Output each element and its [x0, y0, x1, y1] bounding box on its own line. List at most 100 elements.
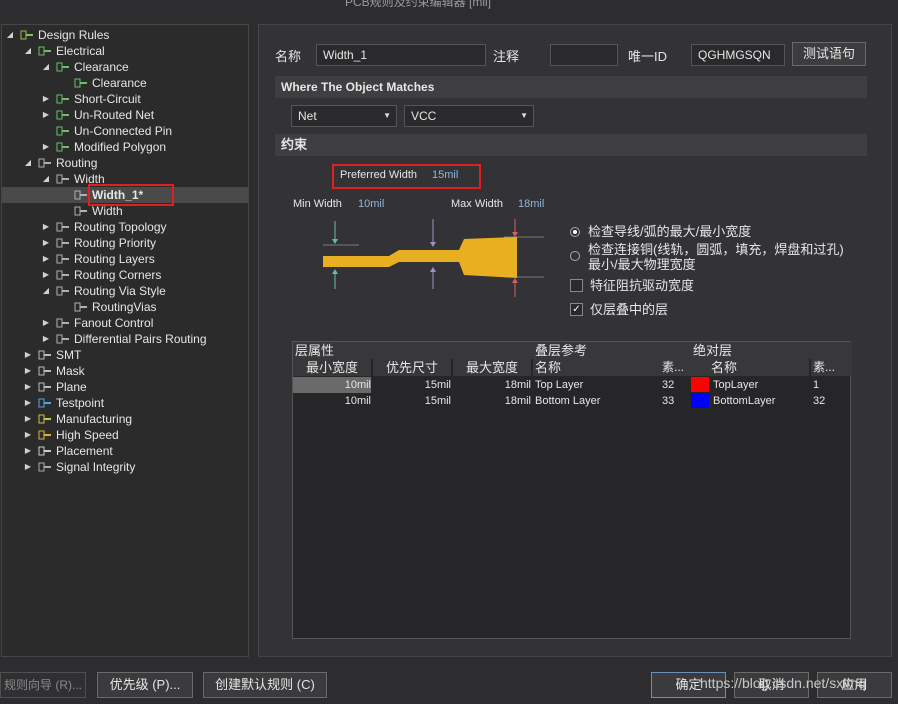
- collapse-arrow-icon[interactable]: ◢: [23, 43, 33, 59]
- rules-tree[interactable]: ◢ Design Rules ◢ Electrical ◢ Clearance Cleara…: [1, 24, 249, 657]
- rule-wizard-button[interactable]: 规则向导 (R)...: [0, 672, 86, 698]
- radio-check-track-width[interactable]: [570, 227, 580, 237]
- cell-max-width[interactable]: 18mil: [453, 377, 531, 393]
- expand-arrow-icon[interactable]: ▶: [23, 379, 33, 395]
- tree-item[interactable]: ▶ Routing Corners: [2, 267, 248, 283]
- tree-item-label: Width: [92, 204, 123, 218]
- cell-abs-layer-name[interactable]: TopLayer: [713, 377, 809, 393]
- group-stack-reference: 叠层参考: [533, 342, 691, 359]
- tree-item[interactable]: ◢ Clearance: [2, 59, 248, 75]
- tree-item[interactable]: ▶ SMT: [2, 347, 248, 363]
- expand-arrow-icon[interactable]: ▶: [41, 139, 51, 155]
- col-header-abs-name[interactable]: 名称: [691, 359, 809, 376]
- tree-item[interactable]: ▶ Routing Topology: [2, 219, 248, 235]
- cell-preferred-width[interactable]: 15mil: [373, 393, 451, 409]
- name-field[interactable]: Width_1: [316, 44, 486, 66]
- cell-layer-name[interactable]: Top Layer: [535, 377, 655, 393]
- tree-item[interactable]: ◢ Routing Via Style: [2, 283, 248, 299]
- tree-item[interactable]: ▶ Routing Layers: [2, 251, 248, 267]
- tree-item[interactable]: ▶ Modified Polygon: [2, 139, 248, 155]
- expand-arrow-icon[interactable]: ▶: [23, 395, 33, 411]
- tree-item[interactable]: RoutingVias: [2, 299, 248, 315]
- col-header-layer-name[interactable]: 名称: [533, 359, 660, 376]
- tree-item[interactable]: ▶ Differential Pairs Routing: [2, 331, 248, 347]
- tree-item[interactable]: ▶ Manufacturing: [2, 411, 248, 427]
- tree-item-label: Mask: [56, 364, 85, 378]
- expand-arrow-icon[interactable]: ▶: [23, 443, 33, 459]
- tree-item[interactable]: ▶ Mask: [2, 363, 248, 379]
- expand-arrow-icon[interactable]: ▶: [41, 251, 51, 267]
- ok-button[interactable]: 确定: [651, 672, 726, 698]
- collapse-arrow-icon[interactable]: ◢: [41, 171, 51, 187]
- priorities-button[interactable]: 优先级 (P)...: [97, 672, 193, 698]
- collapse-arrow-icon[interactable]: ◢: [41, 283, 51, 299]
- tree-item-label: SMT: [56, 348, 82, 362]
- expand-arrow-icon[interactable]: ▶: [23, 347, 33, 363]
- match-scope-select[interactable]: Net ▼: [291, 105, 397, 127]
- expand-arrow-icon[interactable]: ▶: [23, 411, 33, 427]
- tree-item[interactable]: ▶ Short-Circuit: [2, 91, 248, 107]
- cell-min-width[interactable]: 10mil: [293, 377, 371, 393]
- expand-arrow-icon[interactable]: ▶: [23, 427, 33, 443]
- expand-arrow-icon[interactable]: ▶: [41, 219, 51, 235]
- tree-item[interactable]: ▶ Testpoint: [2, 395, 248, 411]
- cancel-button[interactable]: 取消: [734, 672, 809, 698]
- cell-abs-layer-name[interactable]: BottomLayer: [713, 393, 809, 409]
- tree-item[interactable]: ◢ Design Rules: [2, 27, 248, 43]
- tree-item[interactable]: Clearance: [2, 75, 248, 91]
- tree-item[interactable]: ▶ Un-Routed Net: [2, 107, 248, 123]
- checkbox-impedance[interactable]: [570, 279, 583, 292]
- tree-item[interactable]: ▶ Fanout Control: [2, 315, 248, 331]
- expand-arrow-icon[interactable]: ▶: [41, 235, 51, 251]
- tree-item[interactable]: ▶ High Speed: [2, 427, 248, 443]
- tree-item[interactable]: ▶ Signal Integrity: [2, 459, 248, 475]
- layer-color-swatch: [691, 393, 709, 408]
- tree-item[interactable]: ◢ Electrical: [2, 43, 248, 59]
- create-default-rules-button[interactable]: 创建默认规则 (C): [203, 672, 327, 698]
- col-header-abs-number[interactable]: 素...: [811, 359, 852, 376]
- routing-icon: [56, 221, 70, 233]
- max-width-value[interactable]: 18mil: [518, 198, 544, 210]
- layer-color-swatch: [691, 377, 709, 392]
- apply-button[interactable]: 应用: [817, 672, 892, 698]
- chevron-down-icon: ▼: [383, 111, 391, 120]
- cell-abs-layer-number[interactable]: 32: [813, 393, 849, 409]
- radio-check-copper-width[interactable]: [570, 251, 580, 261]
- expand-arrow-icon[interactable]: ▶: [41, 91, 51, 107]
- collapse-arrow-icon[interactable]: ◢: [23, 155, 33, 171]
- tree-item[interactable]: ▶ Plane: [2, 379, 248, 395]
- cell-layer-name[interactable]: Bottom Layer: [535, 393, 655, 409]
- layer-width-table[interactable]: 层属性 叠层参考 绝对层 最小宽度 优先尺寸 最大宽度 名称 素... 名称 素…: [292, 341, 852, 639]
- cell-layer-number[interactable]: 32: [662, 377, 690, 393]
- col-header-preferred[interactable]: 优先尺寸: [373, 359, 451, 376]
- expand-arrow-icon[interactable]: ▶: [41, 315, 51, 331]
- min-width-value[interactable]: 10mil: [358, 198, 384, 210]
- trace-width-diagram: [323, 219, 544, 297]
- tree-item[interactable]: ▶ Placement: [2, 443, 248, 459]
- cell-preferred-width[interactable]: 15mil: [373, 377, 451, 393]
- preferred-width-value[interactable]: 15mil: [432, 169, 458, 181]
- comment-field[interactable]: [550, 44, 618, 66]
- expand-arrow-icon[interactable]: ▶: [23, 459, 33, 475]
- tree-item[interactable]: ▶ Routing Priority: [2, 235, 248, 251]
- tree-item[interactable]: Un-Connected Pin: [2, 123, 248, 139]
- cell-abs-layer-number[interactable]: 1: [813, 377, 849, 393]
- tree-item[interactable]: ◢ Routing: [2, 155, 248, 171]
- checkbox-layers-in-stack[interactable]: ✓: [570, 303, 583, 316]
- collapse-arrow-icon[interactable]: ◢: [41, 59, 51, 75]
- expand-arrow-icon[interactable]: ▶: [23, 363, 33, 379]
- test-query-button[interactable]: 测试语句: [792, 42, 866, 66]
- cell-layer-number[interactable]: 33: [662, 393, 690, 409]
- col-header-min-width[interactable]: 最小宽度: [293, 359, 371, 376]
- collapse-arrow-icon[interactable]: ◢: [5, 27, 15, 43]
- expand-arrow-icon[interactable]: ▶: [41, 331, 51, 347]
- col-header-max-width[interactable]: 最大宽度: [453, 359, 531, 376]
- cell-max-width[interactable]: 18mil: [453, 393, 531, 409]
- unique-id-field[interactable]: QGHMGSQN: [691, 44, 785, 66]
- expand-arrow-icon[interactable]: ▶: [41, 107, 51, 123]
- expand-arrow-icon[interactable]: ▶: [41, 267, 51, 283]
- cell-min-width[interactable]: 10mil: [293, 393, 371, 409]
- col-header-layer-number[interactable]: 素...: [660, 359, 691, 376]
- tree-item[interactable]: Width: [2, 203, 248, 219]
- match-net-select[interactable]: VCC ▼: [404, 105, 534, 127]
